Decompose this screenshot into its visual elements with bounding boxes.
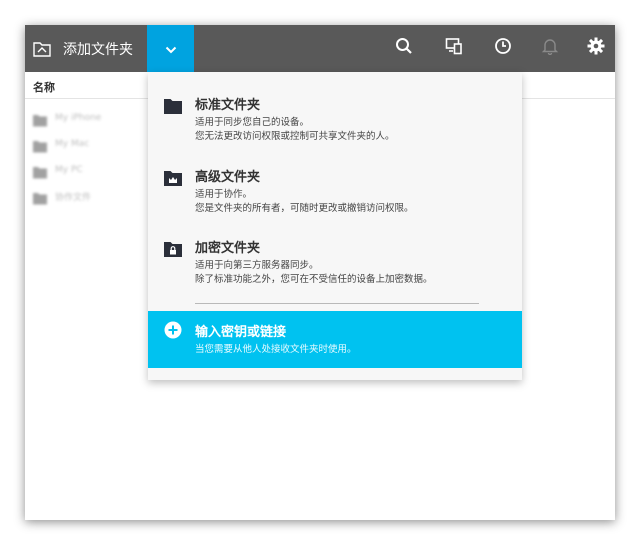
bell-icon	[541, 37, 559, 59]
gear-icon	[587, 37, 605, 59]
file-name: My PC	[55, 165, 83, 175]
folder-icon	[33, 164, 47, 178]
add-folder-menu: 标准文件夹 适用于同步您自己的设备。 您无法更改访问权限或控制可共享文件夹的人。…	[148, 72, 522, 380]
menu-item-desc: 适用于协作。	[195, 189, 253, 200]
folder-icon	[33, 190, 47, 204]
menu-item-desc: 您是文件夹的所有者，可随时更改或撤销访问权限。	[195, 203, 414, 214]
menu-item-desc: 适用于向第三方服务器同步。	[195, 260, 319, 271]
menu-item-encrypted-folder[interactable]: 加密文件夹 适用于向第三方服务器同步。 除了标准功能之外，您可在不受信任的设备上…	[148, 237, 522, 287]
file-row[interactable]: My Mac	[33, 131, 101, 157]
file-row[interactable]: My PC	[33, 157, 101, 183]
toolbar: 添加文件夹	[25, 25, 615, 72]
history-button[interactable]	[492, 37, 514, 59]
devices-icon	[445, 37, 463, 59]
folder-icon	[164, 98, 182, 114]
add-folder-label: 添加文件夹	[63, 41, 133, 58]
crown-folder-icon	[164, 170, 182, 186]
menu-item-enter-key-or-link[interactable]: 输入密钥或链接 当您需要从他人处接收文件夹时使用。	[148, 311, 522, 368]
menu-item-title: 加密文件夹	[195, 241, 261, 256]
menu-item-desc: 您无法更改访问权限或控制可共享文件夹的人。	[195, 131, 395, 142]
lock-folder-icon	[164, 241, 182, 257]
file-row[interactable]: My iPhone	[33, 105, 101, 131]
file-list: My iPhone My Mac My PC 协作文件	[33, 105, 101, 209]
menu-item-advanced-folder[interactable]: 高级文件夹 适用于协作。 您是文件夹的所有者，可随时更改或撤销访问权限。	[148, 166, 522, 216]
settings-button[interactable]	[585, 37, 607, 59]
file-name: My Mac	[55, 139, 90, 149]
add-folder-dropdown-toggle[interactable]	[147, 25, 194, 72]
folder-icon	[33, 138, 47, 152]
devices-button[interactable]	[443, 37, 465, 59]
menu-item-title: 输入密钥或链接	[195, 325, 287, 340]
menu-item-title: 标准文件夹	[195, 98, 261, 113]
menu-divider	[195, 303, 479, 304]
add-folder-button[interactable]: 添加文件夹	[25, 25, 147, 72]
search-button[interactable]	[393, 37, 415, 59]
clock-icon	[494, 37, 512, 59]
file-row[interactable]: 协作文件	[33, 183, 101, 209]
folder-icon	[33, 112, 47, 126]
notifications-button[interactable]	[539, 37, 561, 59]
plus-circle-icon	[164, 321, 182, 339]
search-icon	[395, 37, 413, 59]
menu-item-desc: 当您需要从他人处接收文件夹时使用。	[195, 344, 357, 355]
chevron-down-icon	[165, 39, 177, 58]
file-name: My iPhone	[55, 113, 102, 123]
file-name: 协作文件	[55, 192, 92, 203]
menu-item-title: 高级文件夹	[195, 170, 261, 185]
menu-item-desc: 适用于同步您自己的设备。	[195, 117, 310, 128]
menu-item-desc: 除了标准功能之外，您可在不受信任的设备上加密数据。	[195, 274, 433, 285]
folder-add-icon	[33, 40, 51, 58]
menu-item-standard-folder[interactable]: 标准文件夹 适用于同步您自己的设备。 您无法更改访问权限或控制可共享文件夹的人。	[148, 94, 522, 144]
column-name-header[interactable]: 名称	[33, 79, 55, 95]
